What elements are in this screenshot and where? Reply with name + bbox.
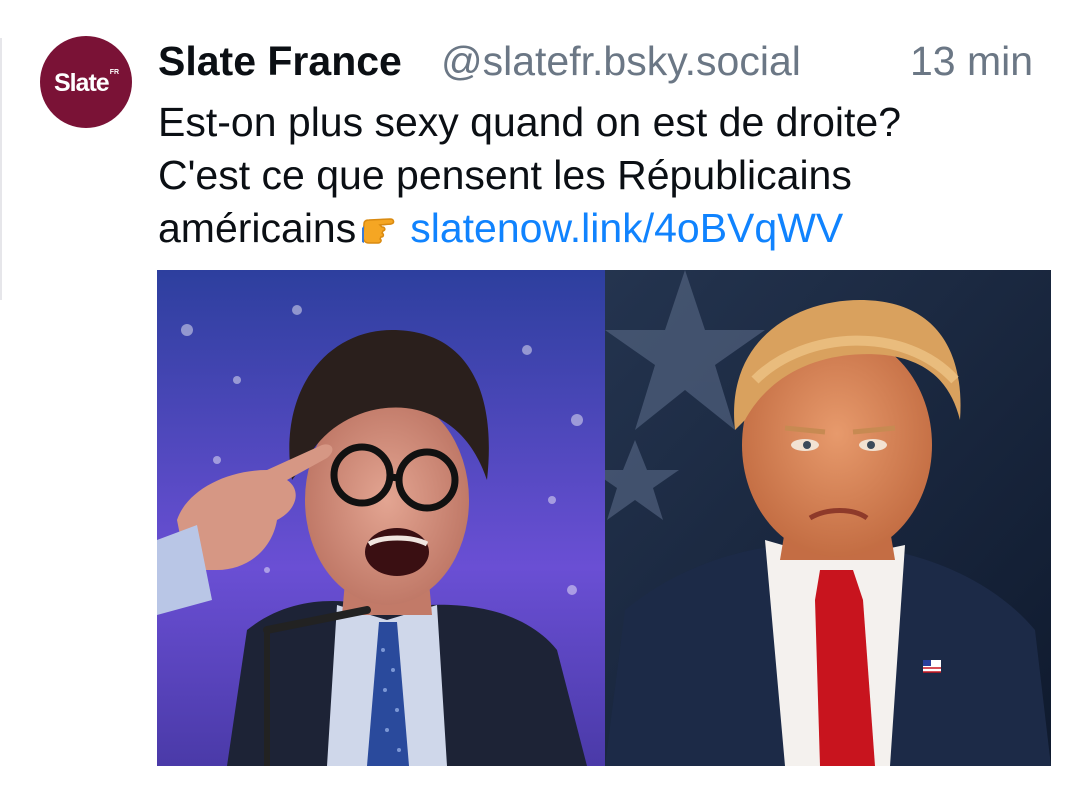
thread-divider bbox=[0, 38, 2, 300]
post-text-line-1: Est-on plus sexy quand on est de droite? bbox=[158, 99, 902, 145]
pointing-right-emoji-icon bbox=[360, 206, 404, 259]
right-photo[interactable] bbox=[605, 270, 1051, 766]
avatar-logo-text: Slate bbox=[53, 68, 110, 97]
post-text: Est-on plus sexy quand on est de droite?… bbox=[158, 96, 1058, 259]
avatar-logo-superscript: FR bbox=[109, 68, 120, 76]
post-text-line-3: américains slatenow.link/4oBVqWV bbox=[158, 202, 1058, 259]
avatar[interactable]: Slate FR bbox=[40, 36, 132, 128]
author-handle[interactable]: @slatefr.bsky.social bbox=[441, 38, 801, 85]
post-header: Slate France @slatefr.bsky.social 13 min bbox=[158, 36, 1058, 88]
post-media[interactable] bbox=[157, 270, 1051, 766]
left-photo[interactable] bbox=[157, 270, 605, 766]
post-timestamp[interactable]: 13 min bbox=[910, 38, 1033, 85]
post-text-line-3-text: américains bbox=[158, 205, 357, 251]
author-display-name[interactable]: Slate France bbox=[158, 38, 402, 85]
post-text-line-2: C'est ce que pensent les Républicains bbox=[158, 152, 852, 198]
post-link[interactable]: slatenow.link/4oBVqWV bbox=[410, 205, 843, 251]
post-card[interactable]: Slate FR Slate France @slatefr.bsky.soci… bbox=[0, 0, 1080, 789]
